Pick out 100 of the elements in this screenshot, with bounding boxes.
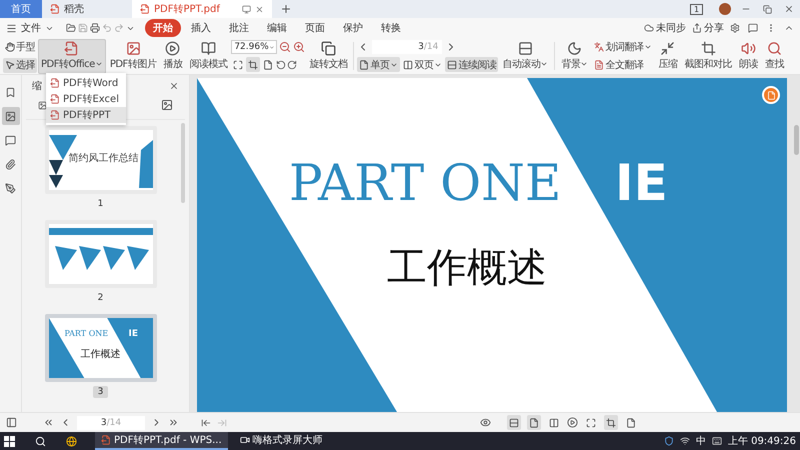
back-icon[interactable] [201, 418, 211, 428]
toolbar-button[interactable]: 旋转文档 [306, 38, 350, 74]
window-count-badge[interactable]: 1 [690, 4, 703, 14]
share-icon[interactable] [692, 23, 702, 33]
ribbon-tab[interactable]: 编辑 [259, 19, 295, 37]
toolbar-button[interactable]: 查找 [762, 38, 787, 74]
speaker-icon [740, 41, 756, 56]
view-mode-button[interactable] [527, 415, 541, 430]
window-tab[interactable]: 稻壳 [42, 0, 132, 18]
eye-icon[interactable] [480, 417, 491, 428]
toolbar-button[interactable]: 朗读 [736, 38, 761, 74]
fit-mode-button[interactable] [604, 415, 618, 430]
ribbon-tab[interactable]: 保护 [335, 19, 371, 37]
thumbnail-text: IE [128, 330, 138, 339]
first-page-icon[interactable] [43, 417, 54, 428]
toolbar-button[interactable]: 自动滚动 [499, 38, 552, 74]
taskbar-app[interactable]: 嗨格式录屏大师 [234, 432, 329, 450]
play-icon [165, 41, 180, 56]
view-mode-button[interactable]: 连续阅读 [445, 57, 498, 72]
file-menu[interactable]: 文件 [19, 19, 43, 37]
toolbar-button[interactable]: PDF转图片 [106, 38, 160, 74]
rotate-left-icon[interactable] [276, 60, 286, 70]
avatar-circle[interactable] [719, 3, 731, 15]
ribbon-tab[interactable]: 批注 [221, 19, 257, 37]
taskbar-app[interactable]: PDF转PPT.pdf - WPS... [95, 432, 228, 450]
keyboard-icon[interactable] [712, 436, 722, 446]
fit-mode-button[interactable] [246, 57, 260, 72]
pointer-tool-button[interactable]: 手型 [3, 40, 37, 54]
zoom-in-icon[interactable] [293, 41, 306, 53]
fit-page-icon [606, 418, 616, 428]
clock[interactable]: 上午 09:49:26 [728, 434, 796, 448]
comment-icon[interactable] [748, 23, 758, 33]
toolbar-button[interactable]: 截图和对比 [681, 38, 735, 74]
settings-icon[interactable] [730, 23, 740, 33]
picture-large-icon[interactable] [161, 99, 173, 111]
share-link[interactable]: 分享 [704, 19, 728, 37]
page-thumbnail[interactable]: PART ONE IE 工作概述 [44, 314, 156, 382]
page-field[interactable]: 3/14 [372, 40, 442, 54]
ribbon-tab[interactable]: 插入 [183, 19, 219, 37]
view-mode-button[interactable]: 单页 [357, 57, 400, 72]
toolbar-button[interactable]: 播放 [160, 38, 186, 74]
actual-size-icon [233, 60, 244, 70]
zoom-out-icon[interactable] [279, 41, 292, 53]
toolbar-button[interactable]: PDF转Office [38, 38, 106, 74]
thumbnail-text: PART ONE [64, 330, 108, 338]
cloud-icon[interactable] [644, 23, 654, 33]
shield-icon[interactable] [664, 436, 674, 446]
actual-size-icon [586, 418, 596, 428]
document-icon [50, 94, 60, 104]
pointer-icon [5, 60, 15, 70]
menu-item[interactable]: PDF转Excel [46, 91, 126, 107]
two-page-icon [403, 60, 414, 70]
window-tab[interactable]: 首页 [0, 0, 42, 18]
last-page-icon[interactable] [168, 417, 179, 428]
menu-item[interactable]: PDF转Word [46, 75, 126, 91]
view-mode-button[interactable] [507, 415, 521, 430]
ribbon-tab[interactable]: 页面 [297, 19, 333, 37]
rotate-right-icon[interactable] [287, 60, 298, 70]
picture-icon[interactable] [2, 107, 20, 125]
scroll-icon [518, 41, 533, 56]
scrollbar-thumb[interactable] [181, 123, 185, 203]
menu-item[interactable]: PDF转PPT [46, 107, 126, 123]
moon-icon [567, 41, 582, 56]
document-icon [50, 4, 60, 14]
network-icon[interactable] [680, 436, 690, 446]
windows-logo-icon[interactable] [4, 436, 15, 446]
compress-icon [660, 41, 676, 56]
pointer-tool-button[interactable]: 选择 [3, 58, 37, 72]
toolbar-button[interactable]: 全文翻译 [592, 58, 654, 72]
input-method-indicator[interactable]: 中 [696, 434, 706, 448]
play-icon[interactable] [567, 417, 578, 428]
folder-icon[interactable] [66, 23, 76, 33]
slide-subtitle: 工作概述 [387, 248, 547, 288]
window-tab[interactable]: PDF转PPT.pdf [132, 0, 272, 18]
document-icon [101, 435, 111, 445]
menu-icon[interactable] [6, 22, 17, 34]
rotate-document-icon [320, 41, 336, 56]
sidebar-toggle-icon[interactable] [6, 417, 17, 428]
page-number: 1 [96, 198, 104, 210]
picture-small-icon[interactable] [38, 99, 47, 111]
toolbar-button[interactable]: 阅读模式 [186, 38, 230, 74]
page-thumbnail[interactable]: 简约风工作总结 [44, 126, 156, 194]
ribbon-tab[interactable]: 转换 [373, 19, 409, 37]
close-icon[interactable] [784, 4, 794, 14]
ribbon-tab[interactable]: 开始 [145, 19, 181, 37]
view-mode-button[interactable]: 双页 [401, 57, 444, 72]
document-icon [140, 4, 150, 14]
restore-icon[interactable] [763, 4, 772, 14]
toolbar-button[interactable]: 划词翻译 [592, 40, 654, 54]
print-icon[interactable] [90, 23, 100, 33]
zoom-field[interactable]: 72.96% [231, 40, 278, 54]
toolbar-button[interactable]: 压缩 [655, 38, 680, 74]
browser-icon[interactable] [66, 436, 77, 446]
toolbar-button[interactable]: 背景 [558, 38, 592, 74]
page-field[interactable]: 3/14 [77, 416, 145, 430]
book-icon [200, 41, 216, 56]
scrollbar-thumb[interactable] [794, 125, 799, 155]
sync-status[interactable]: 未同步 [656, 19, 690, 37]
close-icon[interactable] [169, 81, 179, 91]
search-icon[interactable] [35, 436, 46, 446]
